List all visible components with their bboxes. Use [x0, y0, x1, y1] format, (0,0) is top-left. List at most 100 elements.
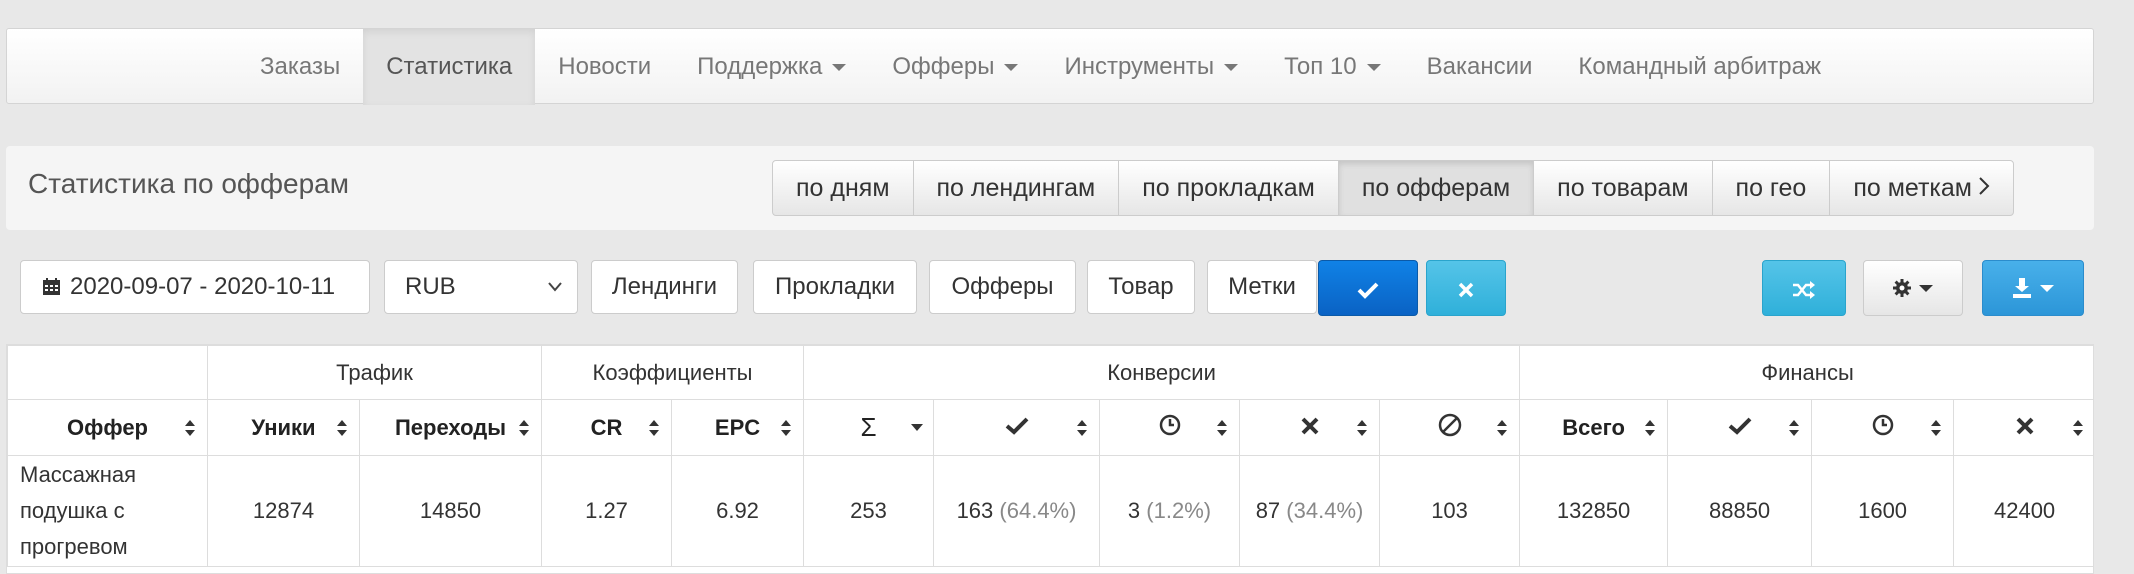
- nav-item-label: Поддержка: [697, 53, 823, 80]
- offer-link[interactable]: Массажная подушка с прогревом: [7, 455, 208, 567]
- column-header-conversions-total[interactable]: Σ: [803, 399, 935, 456]
- column-header-finance-rejected[interactable]: [1953, 399, 2093, 456]
- column-header-rejected[interactable]: [1239, 399, 1381, 456]
- column-header-epc[interactable]: EPC: [671, 399, 805, 456]
- cell-finance-total: 132850: [1519, 455, 1669, 567]
- cell-approved: 163 (64.4%): [933, 455, 1101, 567]
- nav-item-offers[interactable]: Офферы: [869, 29, 1041, 105]
- product-filter-button[interactable]: Товар: [1087, 260, 1195, 314]
- stats-table: Трафик Коэффициенты Конверсии Финансы Оф…: [7, 345, 2093, 567]
- group-header-finance: Финансы: [1519, 345, 2093, 400]
- apply-filter-button[interactable]: [1318, 260, 1418, 316]
- nav-item-label: Статистика: [386, 53, 513, 80]
- sort-icon: [1077, 419, 1088, 436]
- tab-by-prelandings[interactable]: по прокладкам: [1118, 160, 1339, 216]
- export-dropdown-button[interactable]: [1982, 260, 2084, 316]
- button-label: Лендинги: [611, 273, 718, 300]
- sort-icon: [1217, 419, 1228, 436]
- cell-rejected: 87 (34.4%): [1239, 455, 1381, 567]
- close-icon: [1458, 273, 1474, 303]
- sort-icon: [1357, 419, 1368, 436]
- column-header-cr[interactable]: CR: [541, 399, 673, 456]
- tab-label: по гео: [1735, 174, 1807, 202]
- tab-label: по лендингам: [936, 174, 1096, 202]
- caret-down-icon: [1004, 64, 1019, 72]
- stats-header-panel: Статистика по офферам по дням по лендинг…: [6, 146, 2094, 230]
- gear-icon: [1893, 274, 1911, 301]
- cell-percent: (34.4%): [1286, 498, 1364, 523]
- column-label: CR: [590, 414, 623, 440]
- button-label: Прокладки: [775, 273, 895, 300]
- shuffle-button[interactable]: [1762, 260, 1846, 316]
- nav-item-tools[interactable]: Инструменты: [1041, 29, 1261, 105]
- tab-label: по меткам: [1853, 174, 1972, 202]
- group-header-empty: [7, 345, 208, 400]
- column-label: Оффер: [67, 414, 148, 440]
- sort-icon: [781, 419, 792, 436]
- nav-item-statistics[interactable]: Статистика: [363, 29, 536, 105]
- column-header-trash[interactable]: [1379, 399, 1521, 456]
- sort-icon: [1497, 419, 1508, 436]
- nav-item-label: Командный арбитраж: [1578, 53, 1822, 80]
- nav-item-team-arbitrage[interactable]: Командный арбитраж: [1555, 29, 1844, 105]
- column-header-finance-total[interactable]: Всего: [1519, 399, 1669, 456]
- sort-icon: [1645, 419, 1656, 436]
- cell-epc: 6.92: [671, 455, 805, 567]
- tab-by-geo[interactable]: по гео: [1711, 160, 1831, 216]
- nav-item-label: Вакансии: [1426, 53, 1533, 80]
- clock-icon: [1872, 414, 1894, 442]
- column-header-uniques[interactable]: Уники: [207, 399, 360, 456]
- tab-by-products[interactable]: по товарам: [1533, 160, 1713, 216]
- column-header-hold[interactable]: [1099, 399, 1241, 456]
- tab-by-offers[interactable]: по офферам: [1337, 160, 1535, 216]
- group-header-coefficients: Коэффициенты: [541, 345, 805, 400]
- tab-by-landings[interactable]: по лендингам: [912, 160, 1120, 216]
- column-header-approved[interactable]: [933, 399, 1101, 456]
- tab-by-tags[interactable]: по меткам: [1829, 160, 2014, 216]
- offers-filter-button[interactable]: Офферы: [929, 260, 1076, 314]
- nav-item-top10[interactable]: Топ 10: [1261, 29, 1404, 105]
- column-label: Переходы: [394, 414, 507, 440]
- page-title: Статистика по офферам: [28, 168, 349, 199]
- cell-percent: (64.4%): [999, 498, 1077, 523]
- caret-down-icon: [832, 64, 847, 72]
- filter-toolbar: 2020-09-07 - 2020-10-11 RUB Лендинги Про…: [20, 260, 2084, 320]
- column-header-offer[interactable]: Оффер: [7, 399, 208, 456]
- cell-trash: 103: [1379, 455, 1521, 567]
- nav-item-label: Топ 10: [1284, 53, 1357, 80]
- settings-dropdown-button[interactable]: [1863, 260, 1963, 316]
- tags-filter-button[interactable]: Метки: [1207, 260, 1317, 314]
- reset-filter-button[interactable]: [1426, 260, 1506, 316]
- column-label: Всего: [1562, 414, 1625, 440]
- nav-item-orders[interactable]: Заказы: [237, 29, 363, 105]
- chevron-down-icon: [547, 261, 563, 333]
- date-range-picker[interactable]: 2020-09-07 - 2020-10-11: [20, 260, 370, 314]
- column-header-clicks[interactable]: Переходы: [358, 399, 543, 456]
- column-header-row: Оффер Уники Переходы CR EPC Σ Всего: [7, 399, 2093, 456]
- nav-item-vacancies[interactable]: Вакансии: [1404, 29, 1556, 105]
- close-icon: [2016, 415, 2034, 441]
- ban-icon: [1438, 413, 1462, 443]
- landings-filter-button[interactable]: Лендинги: [591, 260, 738, 314]
- cell-value: 3: [1127, 498, 1141, 523]
- column-header-finance-approved[interactable]: [1667, 399, 1813, 456]
- tab-label: по товарам: [1557, 174, 1689, 202]
- tab-by-days[interactable]: по дням: [772, 160, 914, 216]
- nav-item-news[interactable]: Новости: [535, 29, 674, 105]
- cell-value: 87: [1255, 498, 1281, 523]
- download-icon: [2012, 274, 2032, 301]
- group-header-conversions: Конверсии: [803, 345, 1521, 400]
- column-label: EPC: [714, 414, 761, 440]
- column-header-finance-hold[interactable]: [1811, 399, 1955, 456]
- nav-item-support[interactable]: Поддержка: [674, 29, 869, 105]
- prelandings-filter-button[interactable]: Прокладки: [753, 260, 917, 314]
- caret-down-icon: [1224, 64, 1239, 72]
- sort-icon: [1931, 419, 1942, 436]
- tab-label: по прокладкам: [1142, 174, 1315, 202]
- tab-label: по офферам: [1361, 174, 1511, 202]
- cell-hold: 3 (1.2%): [1099, 455, 1241, 567]
- cell-finance-hold: 1600: [1811, 455, 1955, 567]
- nav-item-label: Заказы: [260, 53, 341, 80]
- currency-select[interactable]: RUB: [384, 260, 578, 314]
- currency-value: RUB: [405, 273, 456, 300]
